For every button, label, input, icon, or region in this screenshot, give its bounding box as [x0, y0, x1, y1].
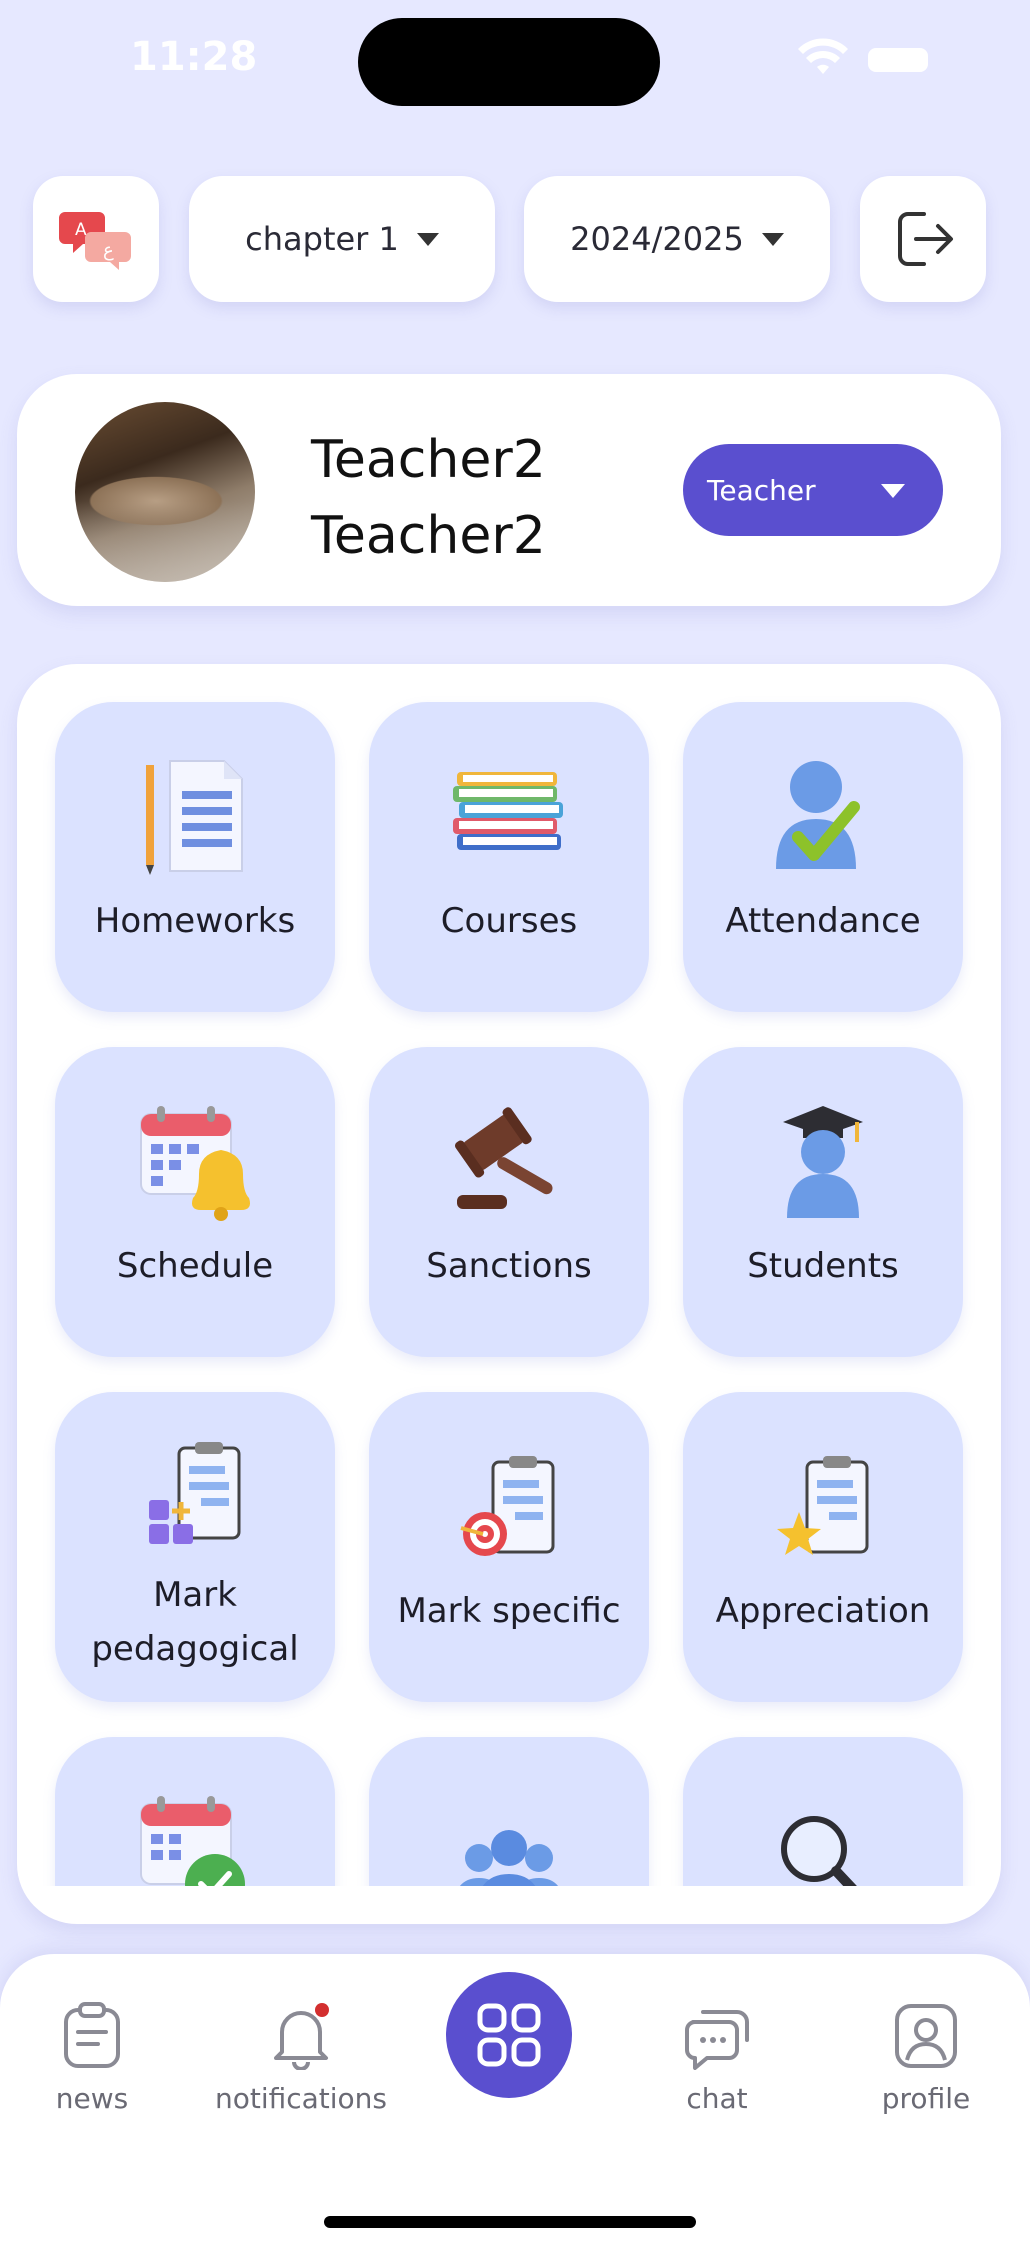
tile-label: Homeworks: [94, 901, 296, 941]
logout-icon: [898, 212, 953, 266]
notification-badge: [315, 2003, 329, 2017]
tile-label: Attendance: [725, 901, 921, 941]
clipboard-target-icon: [460, 1456, 555, 1556]
tile-label: Appreciation: [715, 1591, 931, 1631]
tile-schedule[interactable]: Schedule: [55, 1047, 335, 1357]
tile-label: Sanctions: [426, 1246, 592, 1286]
nav-label: news: [55, 2082, 129, 2115]
tile-label-line1: Mark: [153, 1575, 237, 1615]
tile-search[interactable]: [683, 1737, 963, 1886]
tile-label: Courses: [440, 901, 578, 941]
logout-button[interactable]: [860, 176, 986, 302]
tile-label: Schedule: [116, 1246, 274, 1286]
grid-icon: [477, 2003, 541, 2067]
school-year-select[interactable]: 2024/2025: [524, 176, 830, 302]
tile-calendar-check[interactable]: [55, 1737, 335, 1886]
user-last-name: Teacher2: [311, 506, 546, 566]
chevron-down-icon: [761, 232, 784, 246]
tile-homeworks[interactable]: Homeworks: [55, 702, 335, 1012]
status-bar: 11:28: [0, 0, 1030, 130]
magnifier-icon: [781, 1816, 857, 1886]
nav-label: profile: [881, 2082, 971, 2115]
user-name: Teacher2 Teacher2: [311, 422, 546, 574]
nav-home-grid[interactable]: [446, 1972, 572, 2098]
clipboard-blocks-icon: [149, 1442, 241, 1544]
menu-grid: Homeworks Courses Attendance Schedule Sa…: [17, 664, 1001, 1924]
translate-icon: A ع: [59, 212, 131, 270]
tile-label: Students: [747, 1246, 899, 1286]
status-time: 11:28: [130, 34, 258, 80]
wifi-icon: [798, 38, 848, 74]
role-select-value: Teacher: [707, 473, 816, 507]
dynamic-island: [358, 18, 660, 106]
chevron-down-icon: [881, 484, 905, 498]
nav-chat[interactable]: chat: [617, 2002, 817, 2115]
bottom-nav: news notifications chat profile: [0, 1954, 1030, 2250]
tile-attendance[interactable]: Attendance: [683, 702, 963, 1012]
gavel-icon: [455, 1107, 553, 1209]
clipboard-star-icon: [777, 1456, 869, 1555]
tile-label: Mark specific: [397, 1591, 621, 1631]
top-bar: A ع chapter 1 2024/2025: [0, 176, 1030, 302]
tile-courses[interactable]: Courses: [369, 702, 649, 1012]
tile-mark-pedagogical[interactable]: Mark pedagogical: [55, 1392, 335, 1702]
role-select[interactable]: Teacher: [683, 444, 943, 536]
bell-icon: [274, 2003, 329, 2071]
calendar-bell-icon: [140, 1106, 250, 1221]
books-icon: [453, 772, 563, 850]
school-year-select-value: 2024/2025: [570, 220, 744, 258]
avatar[interactable]: [75, 402, 255, 582]
user-first-name: Teacher2: [311, 430, 546, 490]
nav-label: notifications: [214, 2082, 388, 2115]
group-icon: [459, 1830, 559, 1886]
tile-label-line2: pedagogical: [91, 1629, 299, 1669]
nav-profile[interactable]: profile: [826, 2002, 1026, 2115]
attendance-icon: [776, 761, 860, 869]
calendar-check-icon: [140, 1796, 245, 1886]
graduate-icon: [783, 1106, 863, 1218]
nav-news[interactable]: news: [0, 2002, 192, 2115]
tile-mark-specific[interactable]: Mark specific: [369, 1392, 649, 1702]
tile-appreciation[interactable]: Appreciation: [683, 1392, 963, 1702]
tile-label-multiline: Mark pedagogical: [55, 1568, 335, 1676]
profile-card: Teacher2 Teacher2 Teacher: [17, 374, 1001, 606]
nav-label: chat: [686, 2082, 748, 2115]
chapter-select[interactable]: chapter 1: [189, 176, 495, 302]
clipboard-icon: [64, 2002, 120, 2068]
homework-icon: [146, 760, 243, 875]
tile-students[interactable]: Students: [683, 1047, 963, 1357]
tile-group[interactable]: [369, 1737, 649, 1886]
nav-notifications[interactable]: notifications: [201, 2002, 401, 2115]
chevron-down-icon: [416, 232, 439, 246]
chat-icon: [685, 2010, 749, 2070]
user-icon: [895, 2004, 957, 2068]
home-indicator: [324, 2216, 696, 2228]
battery-icon: [868, 48, 928, 72]
chapter-select-value: chapter 1: [245, 220, 399, 258]
language-button[interactable]: A ع: [33, 176, 159, 302]
svg-text:ع: ع: [103, 240, 114, 261]
tile-sanctions[interactable]: Sanctions: [369, 1047, 649, 1357]
